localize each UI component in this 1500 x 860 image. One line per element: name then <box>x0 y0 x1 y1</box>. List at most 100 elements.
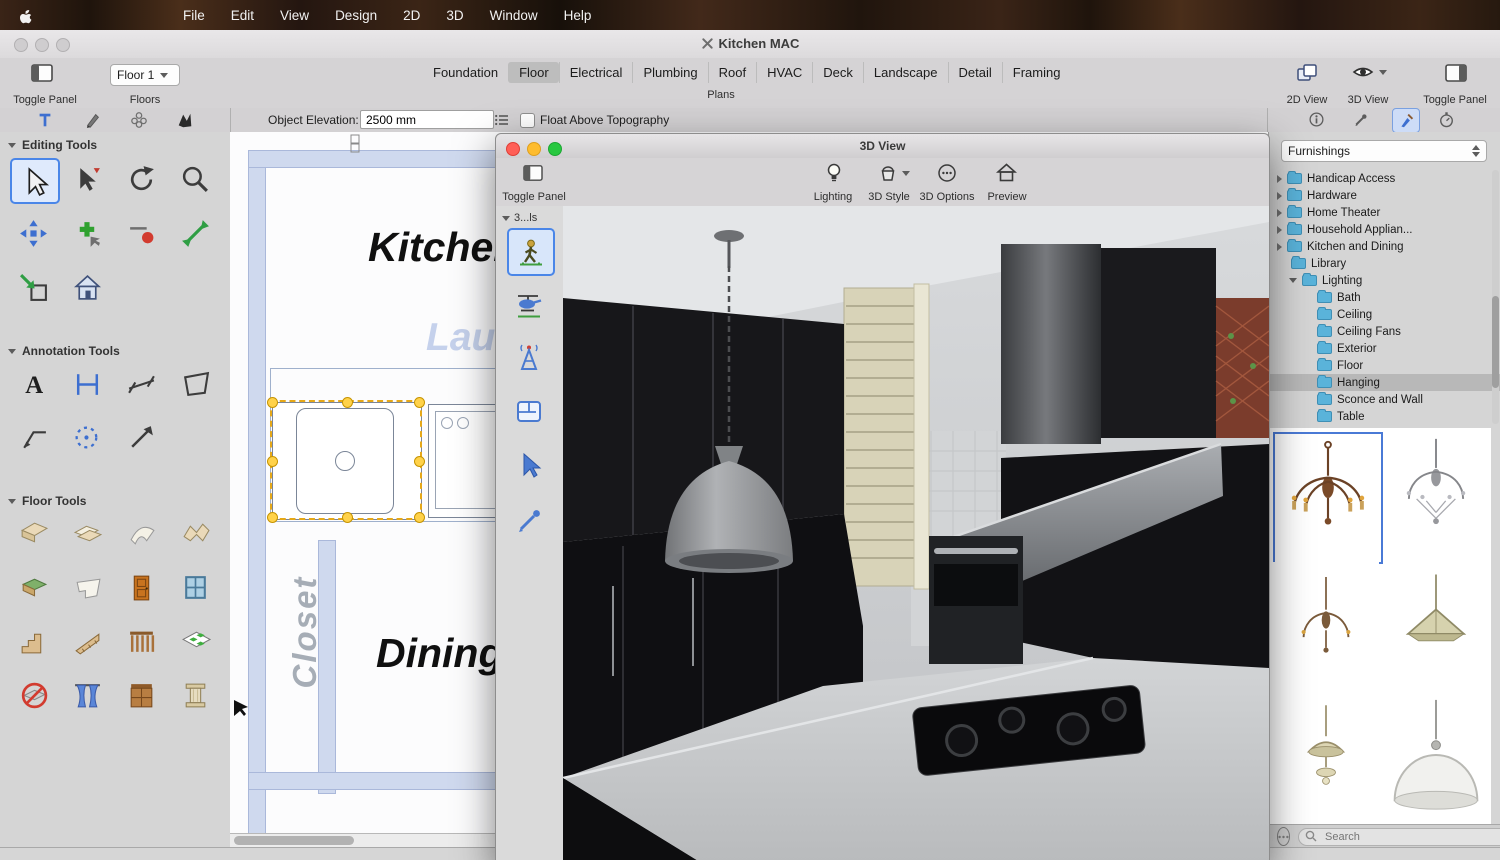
3d-eyedropper-tool[interactable] <box>507 498 551 542</box>
dimension-tool[interactable] <box>64 362 110 404</box>
pattern-tool[interactable] <box>130 111 148 134</box>
tab-hvac[interactable]: HVAC <box>756 62 812 83</box>
toggle-panel-left-button[interactable] <box>30 63 54 88</box>
selection-handle[interactable] <box>342 397 353 408</box>
move-tool[interactable] <box>10 212 56 254</box>
north-arrow-tool[interactable] <box>118 416 164 458</box>
curtain-tool[interactable] <box>64 674 110 716</box>
3d-toggle-panel-button[interactable] <box>522 164 544 187</box>
chevron-down-icon[interactable] <box>1289 278 1297 283</box>
text-tool[interactable]: A <box>10 362 56 404</box>
section-floor-tools[interactable]: Floor Tools <box>8 494 86 508</box>
3d-options-button[interactable] <box>937 163 957 188</box>
tree-item-household-appliances[interactable]: Household Applian... <box>1269 221 1499 238</box>
zoom-tool[interactable] <box>172 158 218 200</box>
tree-item-bath[interactable]: Bath <box>1269 289 1500 306</box>
section-editing-tools[interactable]: Editing Tools <box>8 138 97 152</box>
chevron-right-icon[interactable] <box>1277 243 1282 251</box>
tree-item-library[interactable]: Library <box>1269 255 1500 272</box>
stairs-tool[interactable] <box>10 620 56 662</box>
wall-segment[interactable] <box>248 772 522 790</box>
tree-item-table[interactable]: Table <box>1269 408 1500 425</box>
object-elevation-input[interactable] <box>360 110 494 129</box>
apple-icon[interactable] <box>18 7 33 24</box>
menu-2d[interactable]: 2D <box>403 8 420 23</box>
select-tool[interactable] <box>10 158 60 204</box>
wall-segment[interactable] <box>248 150 266 847</box>
catalog-item-pyramid-pendant[interactable] <box>1383 562 1489 690</box>
tree-item-floor[interactable]: Floor <box>1269 357 1500 374</box>
import-tool[interactable] <box>10 266 56 308</box>
floor-sheet-tool[interactable] <box>10 512 56 554</box>
wall-segment[interactable] <box>248 150 522 168</box>
info-button[interactable] <box>1308 111 1325 133</box>
menu-edit[interactable]: Edit <box>231 8 254 23</box>
tab-electrical[interactable]: Electrical <box>559 62 633 83</box>
deck-tool[interactable] <box>10 566 56 608</box>
selection-box[interactable] <box>270 400 422 520</box>
select-similar-tool[interactable] <box>64 158 110 200</box>
helicopter-view-tool[interactable] <box>507 282 551 326</box>
chevron-right-icon[interactable] <box>1277 209 1282 217</box>
tree-item-ceiling[interactable]: Ceiling <box>1269 306 1500 323</box>
tree-item-ceiling-fans[interactable]: Ceiling Fans <box>1269 323 1500 340</box>
tree-item-lighting[interactable]: Lighting <box>1269 272 1500 289</box>
tree-item-kitchen-and-dining[interactable]: Kitchen and Dining <box>1269 238 1499 255</box>
house-move-tool[interactable] <box>64 266 110 308</box>
fill-style-tool[interactable] <box>176 111 194 134</box>
3d-style-button[interactable] <box>878 163 910 183</box>
window-tool[interactable] <box>172 566 218 608</box>
scrollbar-thumb[interactable] <box>234 836 354 845</box>
tree-item-hardware[interactable]: Hardware <box>1269 187 1499 204</box>
chevron-right-icon[interactable] <box>1277 226 1282 234</box>
menu-view[interactable]: View <box>280 8 309 23</box>
scrollbar-thumb[interactable] <box>1492 296 1499 388</box>
selection-handle[interactable] <box>267 456 278 467</box>
elevation-list-button[interactable] <box>494 112 510 133</box>
remove-tool[interactable] <box>118 212 164 254</box>
tab-plumbing[interactable]: Plumbing <box>632 62 707 83</box>
library-search-input[interactable] <box>1298 828 1500 846</box>
tree-item-handicap-access[interactable]: Handicap Access <box>1269 170 1499 187</box>
checkered-floor-tool[interactable] <box>172 620 218 662</box>
float-topography-checkbox[interactable] <box>520 113 535 128</box>
callout-tool[interactable] <box>84 111 102 134</box>
tab-foundation[interactable]: Foundation <box>423 62 508 83</box>
3d-select-tool[interactable] <box>507 444 551 488</box>
tab-roof[interactable]: Roof <box>708 62 756 83</box>
railing-tool[interactable] <box>118 620 164 662</box>
tree-item-sconce-and-wall[interactable]: Sconce and Wall <box>1269 391 1500 408</box>
add-tool[interactable] <box>64 212 110 254</box>
overview-tower-tool[interactable] <box>507 336 551 380</box>
tab-deck[interactable]: Deck <box>812 62 863 83</box>
chevron-right-icon[interactable] <box>1277 192 1282 200</box>
3d-view-window[interactable]: 3D View Toggle Panel Lighting 3D Style 3… <box>495 133 1270 860</box>
selection-handle[interactable] <box>414 512 425 523</box>
floor-sheet2-tool[interactable] <box>64 512 110 554</box>
3d-tools-header[interactable]: 3...ls <box>502 212 537 224</box>
folded-sheet-tool[interactable] <box>172 512 218 554</box>
toggle-panel-right-button[interactable] <box>1444 63 1468 88</box>
spray-tool[interactable] <box>64 416 110 458</box>
menu-file[interactable]: File <box>183 8 205 23</box>
door-tool[interactable] <box>118 566 164 608</box>
selection-handle[interactable] <box>414 456 425 467</box>
delete-floor-tool[interactable] <box>10 674 56 716</box>
tab-landscape[interactable]: Landscape <box>863 62 948 83</box>
chevron-right-icon[interactable] <box>1277 175 1282 183</box>
selection-handle[interactable] <box>342 512 353 523</box>
walkthrough-tool[interactable] <box>507 228 555 276</box>
cabinet-tool[interactable] <box>118 674 164 716</box>
cutout-sheet-tool[interactable] <box>64 566 110 608</box>
preview-button[interactable] <box>996 162 1017 188</box>
tree-item-home-theater[interactable]: Home Theater <box>1269 204 1499 221</box>
section-annotation-tools[interactable]: Annotation Tools <box>8 344 120 358</box>
catalog-item-dome-light[interactable] <box>1383 692 1489 820</box>
library-brush-button[interactable] <box>1392 108 1420 133</box>
column-tool[interactable] <box>172 674 218 716</box>
plan-overview-tool[interactable] <box>507 390 551 434</box>
fit-extents-tool[interactable] <box>172 212 218 254</box>
menu-help[interactable]: Help <box>564 8 592 23</box>
menu-window[interactable]: Window <box>490 8 538 23</box>
catalog-item-tiered-pendant[interactable] <box>1273 692 1379 820</box>
